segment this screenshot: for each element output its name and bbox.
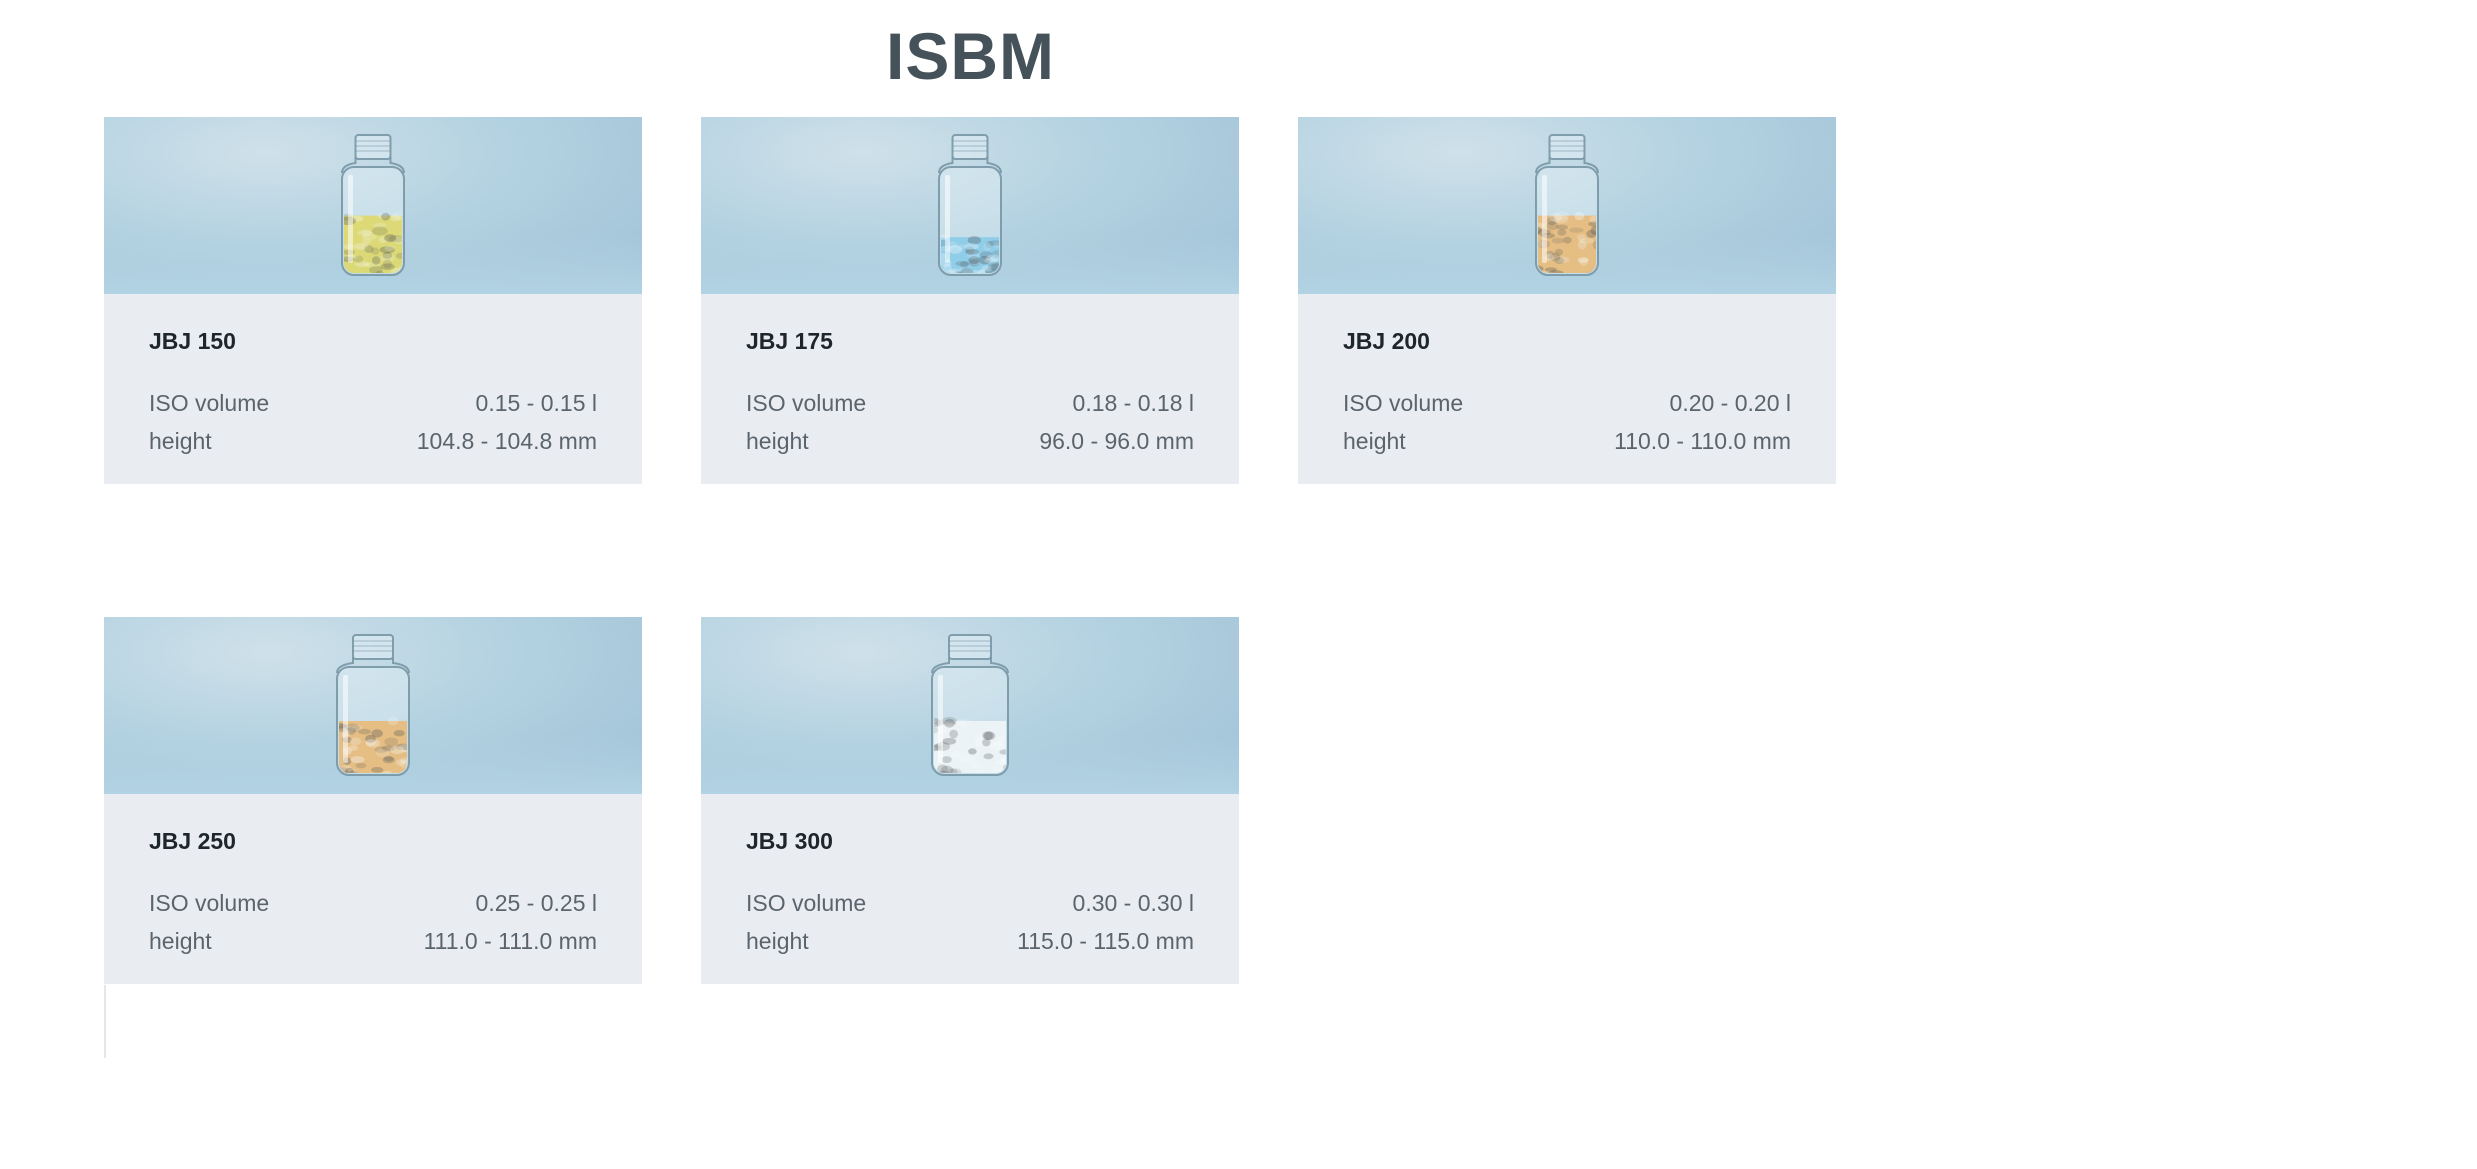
- spec-row-iso-volume: ISO volume 0.25 - 0.25 l: [149, 884, 597, 922]
- spec-value: 0.15 - 0.15 l: [475, 390, 597, 416]
- product-image: [104, 117, 642, 294]
- product-card-jbj-200[interactable]: JBJ 200 ISO volume 0.20 - 0.20 l height …: [1298, 117, 1836, 484]
- spec-label: ISO volume: [149, 890, 270, 916]
- pill-bottle-yellow-softgels-icon: [341, 134, 405, 276]
- spec-value: 0.25 - 0.25 l: [475, 890, 597, 916]
- spec-row-iso-volume: ISO volume 0.18 - 0.18 l: [746, 384, 1194, 422]
- spec-label: ISO volume: [149, 390, 270, 416]
- product-card-jbj-250[interactable]: JBJ 250 ISO volume 0.25 - 0.25 l height …: [104, 617, 642, 984]
- spec-row-height: height 111.0 - 111.0 mm: [149, 922, 597, 960]
- product-image: [701, 117, 1239, 294]
- pill-bottle-orange-capsules-icon: [336, 634, 410, 776]
- spec-label: height: [149, 428, 212, 454]
- product-name: JBJ 200: [1343, 328, 1430, 354]
- spec-row-height: height 115.0 - 115.0 mm: [746, 922, 1194, 960]
- spec-row-height: height 104.8 - 104.8 mm: [149, 422, 597, 460]
- product-card-jbj-300[interactable]: JBJ 300 ISO volume 0.30 - 0.30 l height …: [701, 617, 1239, 984]
- product-name: JBJ 300: [746, 828, 833, 854]
- pill-bottle-orange-capsules-icon: [1535, 134, 1599, 276]
- spec-row-height: height 96.0 - 96.0 mm: [746, 422, 1194, 460]
- spec-value: 110.0 - 110.0 mm: [1614, 428, 1791, 454]
- spec-row-iso-volume: ISO volume 0.15 - 0.15 l: [149, 384, 597, 422]
- pill-bottle-blue-tablets-icon: [938, 134, 1002, 276]
- spec-row-iso-volume: ISO volume 0.30 - 0.30 l: [746, 884, 1194, 922]
- spec-row-iso-volume: ISO volume 0.20 - 0.20 l: [1343, 384, 1791, 422]
- product-name: JBJ 250: [149, 828, 236, 854]
- product-name: JBJ 150: [149, 328, 236, 354]
- spec-label: height: [1343, 428, 1406, 454]
- product-image: [104, 617, 642, 794]
- spec-value: 104.8 - 104.8 mm: [416, 428, 597, 454]
- spec-value: 115.0 - 115.0 mm: [1017, 928, 1194, 954]
- product-image: [701, 617, 1239, 794]
- spec-label: height: [149, 928, 212, 954]
- spec-row-height: height 110.0 - 110.0 mm: [1343, 422, 1791, 460]
- product-name: JBJ 175: [746, 328, 833, 354]
- divider: [104, 985, 106, 1058]
- spec-value: 0.30 - 0.30 l: [1072, 890, 1194, 916]
- spec-label: height: [746, 428, 809, 454]
- spec-value: 96.0 - 96.0 mm: [1039, 428, 1194, 454]
- spec-label: ISO volume: [746, 890, 867, 916]
- pill-bottle-white-tablets-icon: [931, 634, 1009, 776]
- product-card-jbj-175[interactable]: JBJ 175 ISO volume 0.18 - 0.18 l height …: [701, 117, 1239, 484]
- spec-label: ISO volume: [746, 390, 867, 416]
- product-card-jbj-150[interactable]: JBJ 150 ISO volume 0.15 - 0.15 l height …: [104, 117, 642, 484]
- spec-value: 0.18 - 0.18 l: [1072, 390, 1194, 416]
- spec-value: 111.0 - 111.0 mm: [423, 928, 597, 954]
- page-title: ISBM: [886, 19, 1055, 93]
- spec-label: height: [746, 928, 809, 954]
- spec-value: 0.20 - 0.20 l: [1669, 390, 1791, 416]
- spec-label: ISO volume: [1343, 390, 1464, 416]
- product-image: [1298, 117, 1836, 294]
